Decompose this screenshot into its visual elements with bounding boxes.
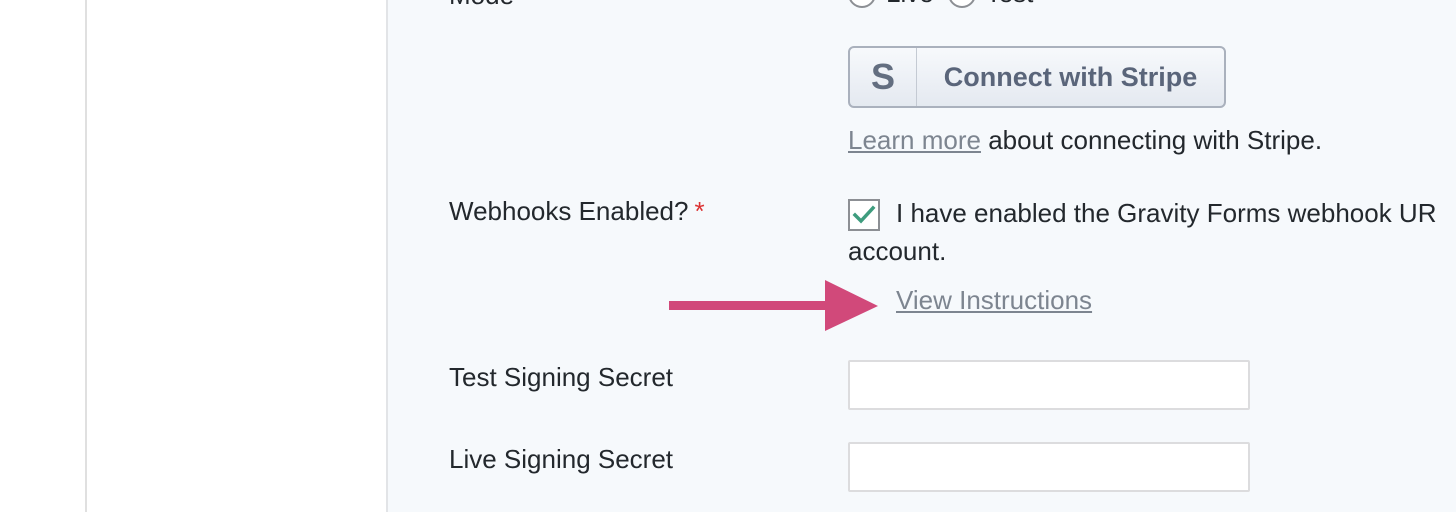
webhooks-enabled-checkbox[interactable] — [848, 199, 880, 231]
webhooks-enabled-label: Webhooks Enabled? * — [449, 196, 705, 227]
mode-radio-group: Live Test — [848, 0, 1047, 9]
test-signing-secret-label: Test Signing Secret — [449, 362, 674, 392]
required-asterisk: * — [694, 196, 705, 226]
mode-test-label[interactable]: Test — [986, 0, 1034, 9]
connect-with-stripe-button[interactable]: S Connect with Stripe — [848, 46, 1226, 108]
mode-label: Mode — [449, 0, 514, 11]
mode-live-radio[interactable] — [848, 0, 876, 8]
learn-more-text: Learn more about connecting with Stripe. — [848, 125, 1322, 156]
settings-nav-panel — [87, 0, 388, 512]
mode-live-label[interactable]: Live — [886, 0, 934, 9]
stripe-settings-content: Mode Live Test S Connect with Stripe Lea… — [388, 0, 1456, 512]
stripe-logo-icon: S — [850, 48, 917, 106]
view-instructions-link[interactable]: View Instructions — [896, 285, 1092, 316]
annotation-arrow-icon — [669, 280, 878, 331]
mode-test-radio[interactable] — [947, 0, 976, 8]
checkmark-icon — [852, 205, 876, 224]
webhooks-checkbox-label-line2[interactable]: account. — [848, 236, 946, 267]
left-sidebar — [0, 0, 87, 512]
learn-more-suffix: about connecting with Stripe. — [980, 125, 1323, 155]
live-signing-secret-input[interactable] — [848, 442, 1250, 492]
test-signing-secret-input[interactable] — [848, 360, 1250, 410]
learn-more-link[interactable]: Learn more — [848, 125, 981, 155]
live-signing-secret-label: Live Signing Secret — [449, 444, 674, 474]
webhooks-checkbox-label-line1[interactable]: I have enabled the Gravity Forms webhook… — [896, 198, 1436, 229]
webhooks-enabled-text: Webhooks Enabled? — [449, 196, 689, 226]
connect-with-stripe-label: Connect with Stripe — [943, 61, 1198, 92]
